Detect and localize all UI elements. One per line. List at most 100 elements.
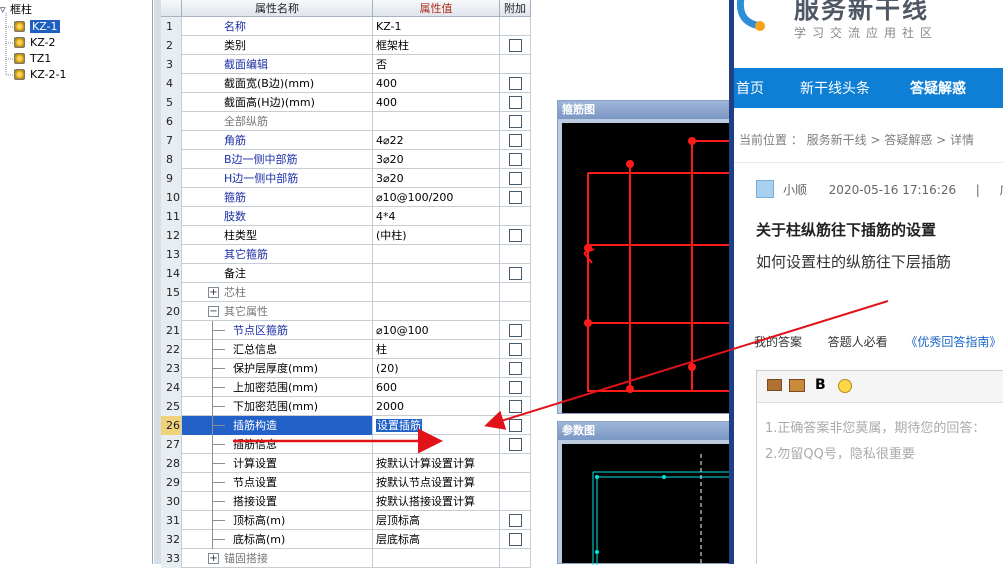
property-value[interactable]: 4⌀22 xyxy=(373,131,500,150)
property-row[interactable]: 13 其它箍筋 xyxy=(161,245,531,264)
property-value[interactable]: (20) xyxy=(373,359,500,378)
extra-checkbox[interactable] xyxy=(509,419,522,432)
property-row[interactable]: 8 B边一侧中部筋 3⌀20 xyxy=(161,150,531,169)
property-row[interactable]: 6 全部纵筋 xyxy=(161,112,531,131)
expand-icon[interactable]: + xyxy=(208,553,219,564)
property-row[interactable]: 3 截面编辑 否 xyxy=(161,55,531,74)
property-value[interactable]: ⌀10@100/200 xyxy=(373,188,500,207)
extra-checkbox[interactable] xyxy=(509,96,522,109)
property-value[interactable]: 否 xyxy=(373,55,500,74)
extra-checkbox[interactable] xyxy=(509,533,522,546)
bold-button[interactable]: B xyxy=(815,377,826,393)
property-value[interactable]: 按默认计算设置计算 xyxy=(373,454,500,473)
extra-checkbox[interactable] xyxy=(509,400,522,413)
property-row[interactable]: 14 备注 xyxy=(161,264,531,283)
property-value[interactable]: 3⌀20 xyxy=(373,169,500,188)
property-row[interactable]: 22 汇总信息 柱 xyxy=(161,340,531,359)
property-row[interactable]: 27 插筋信息 xyxy=(161,435,531,454)
site-brand[interactable]: 服务新干线 xyxy=(794,0,929,26)
property-value[interactable] xyxy=(373,302,500,321)
property-row[interactable]: 7 角筋 4⌀22 xyxy=(161,131,531,150)
property-value[interactable]: 按默认搭接设置计算 xyxy=(373,492,500,511)
property-value[interactable]: 400 xyxy=(373,74,500,93)
property-value[interactable] xyxy=(373,245,500,264)
property-row[interactable]: 10 箍筋 ⌀10@100/200 xyxy=(161,188,531,207)
property-value[interactable]: (中柱) xyxy=(373,226,500,245)
extra-checkbox[interactable] xyxy=(509,153,522,166)
tree-item-kz-2-1[interactable]: KZ-2-1 xyxy=(14,67,67,83)
extra-checkbox[interactable] xyxy=(509,134,522,147)
expand-icon[interactable]: + xyxy=(208,287,219,298)
property-row[interactable]: 29 节点设置 按默认节点设置计算 xyxy=(161,473,531,492)
extra-checkbox[interactable] xyxy=(509,172,522,185)
extra-checkbox[interactable] xyxy=(509,362,522,375)
property-row[interactable]: 12 柱类型 (中柱) xyxy=(161,226,531,245)
property-value[interactable] xyxy=(373,435,500,454)
property-row[interactable]: 1 名称 KZ-1 xyxy=(161,17,531,36)
property-row[interactable]: 23 保护层厚度(mm) (20) xyxy=(161,359,531,378)
property-row[interactable]: 15 + 芯柱 xyxy=(161,283,531,302)
property-value[interactable] xyxy=(373,264,500,283)
property-value[interactable]: 4*4 xyxy=(373,207,500,226)
property-row[interactable]: 24 上加密范围(mm) 600 xyxy=(161,378,531,397)
tree-root[interactable]: ▿ 框柱 xyxy=(0,2,32,18)
property-value[interactable]: 框架柱 xyxy=(373,36,500,55)
property-value[interactable]: KZ-1 xyxy=(373,17,500,36)
property-value[interactable]: 2000 xyxy=(373,397,500,416)
property-row[interactable]: 20− 其它属性 xyxy=(161,302,531,321)
property-row[interactable]: 2 类别 框架柱 xyxy=(161,36,531,55)
property-value[interactable]: 600 xyxy=(373,378,500,397)
extra-checkbox[interactable] xyxy=(509,229,522,242)
property-row[interactable]: 32 底标高(m) 层底标高 xyxy=(161,530,531,549)
property-value[interactable]: 层顶标高 xyxy=(373,511,500,530)
avatar[interactable] xyxy=(756,180,774,198)
extra-checkbox[interactable] xyxy=(509,438,522,451)
collapse-icon[interactable]: − xyxy=(208,306,219,317)
property-value[interactable]: 400 xyxy=(373,93,500,112)
header-name[interactable]: 属性名称 xyxy=(182,0,373,17)
property-row[interactable]: 31 顶标高(m) 层顶标高 xyxy=(161,511,531,530)
extra-checkbox[interactable] xyxy=(509,381,522,394)
tab-must-read[interactable]: 答题人必看 xyxy=(828,335,888,349)
emoji-icon[interactable] xyxy=(838,379,852,393)
tree-item-tz1[interactable]: TZ1 xyxy=(14,51,51,67)
tree-item-kz-2[interactable]: KZ-2 xyxy=(14,35,56,51)
image-icon[interactable] xyxy=(767,379,782,391)
extra-checkbox[interactable] xyxy=(509,343,522,356)
property-row[interactable]: 30 搭接设置 按默认搭接设置计算 xyxy=(161,492,531,511)
property-value[interactable]: 层底标高 xyxy=(373,530,500,549)
property-row[interactable]: 9 H边一侧中部筋 3⌀20 xyxy=(161,169,531,188)
property-row[interactable]: 25 下加密范围(mm) 2000 xyxy=(161,397,531,416)
extra-checkbox[interactable] xyxy=(509,267,522,280)
header-value[interactable]: 属性值 xyxy=(373,0,500,17)
nav-headlines[interactable]: 新干线头条 xyxy=(800,78,870,98)
tree-item-kz-1[interactable]: KZ-1 xyxy=(14,19,60,35)
property-row[interactable]: 5 截面高(H边)(mm) 400 xyxy=(161,93,531,112)
property-row[interactable]: 26 插筋构造 设置插筋 xyxy=(161,416,531,435)
extra-checkbox[interactable] xyxy=(509,191,522,204)
gallery-icon[interactable] xyxy=(789,379,805,392)
tab-my-answer[interactable]: 我的答案 xyxy=(754,335,802,349)
property-row[interactable]: 21 节点区箍筋 ⌀10@100 xyxy=(161,321,531,340)
property-value[interactable] xyxy=(373,283,500,302)
property-value[interactable] xyxy=(373,112,500,131)
property-value[interactable]: 设置插筋 xyxy=(373,416,500,435)
nav-qa[interactable]: 答疑解惑 xyxy=(910,78,966,98)
extra-checkbox[interactable] xyxy=(509,115,522,128)
extra-checkbox[interactable] xyxy=(509,77,522,90)
nav-home[interactable]: 首页 xyxy=(736,78,764,98)
property-row[interactable]: 28 计算设置 按默认计算设置计算 xyxy=(161,454,531,473)
author-name[interactable]: 小顺 xyxy=(783,183,807,197)
property-row[interactable]: 11 肢数 4*4 xyxy=(161,207,531,226)
extra-checkbox[interactable] xyxy=(509,514,522,527)
header-extra[interactable]: 附加 xyxy=(500,0,531,17)
extra-checkbox[interactable] xyxy=(509,39,522,52)
property-row[interactable]: 4 截面宽(B边)(mm) 400 xyxy=(161,74,531,93)
splitter[interactable] xyxy=(154,0,161,564)
tab-guide[interactable]: 《优秀回答指南》 xyxy=(905,335,1001,349)
answer-editor[interactable]: B 1.正确答案非您莫属，期待您的回答： 2.勿留QQ号，隐私很重要 xyxy=(756,370,1003,564)
property-row[interactable]: 33 + 锚固搭接 xyxy=(161,549,531,568)
extra-checkbox[interactable] xyxy=(509,324,522,337)
property-value[interactable]: 3⌀20 xyxy=(373,150,500,169)
property-value[interactable]: 柱 xyxy=(373,340,500,359)
